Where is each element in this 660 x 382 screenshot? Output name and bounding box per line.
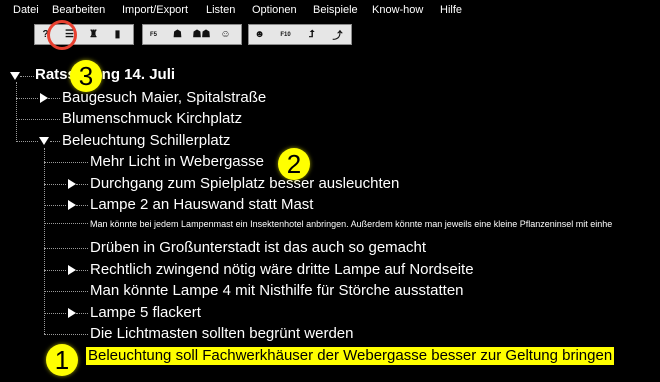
menu-bearbeiten[interactable]: Bearbeiten [52, 3, 105, 17]
tree-connector [44, 184, 66, 185]
tree-branch-icon[interactable]: ⤴ [329, 26, 346, 43]
tree-item[interactable]: Lampe 5 flackert [90, 304, 201, 322]
tree-connector [76, 205, 88, 206]
chart-icon[interactable]: ▮ [109, 26, 126, 43]
toolbar: ? ☰ ♜ ▮ F5 ☗ ☗☗ ☺ ☻ F10 ⮥ ⤴ [0, 20, 660, 48]
face-icon[interactable]: ☺ [217, 26, 234, 43]
tree-connector [76, 270, 88, 271]
collapse-icon[interactable] [10, 72, 20, 80]
highlight-ring [47, 20, 77, 50]
tree-connector [16, 119, 60, 120]
menu-beispiele[interactable]: Beispiele [313, 3, 358, 17]
tree-item[interactable]: Durchgang zum Spielplatz besser ausleuch… [90, 175, 399, 193]
person-icon[interactable]: ☗ [169, 26, 186, 43]
expand-icon[interactable] [40, 93, 48, 103]
menu-import-export[interactable]: Import/Export [122, 3, 188, 17]
toolbar-group-2: F5 ☗ ☗☗ ☺ [142, 24, 242, 45]
tree-connector [44, 248, 88, 249]
tree-connector [44, 270, 66, 271]
tree-connector [44, 162, 88, 163]
tree-item[interactable]: Lampe 2 an Hauswand statt Mast [90, 196, 313, 214]
callout-one: 1 [46, 344, 78, 376]
menu-bar: Datei Bearbeiten Import/Export Listen Op… [0, 0, 660, 20]
tree-item[interactable]: Beleuchtung Schillerplatz [62, 132, 230, 150]
tree-connector [20, 76, 34, 77]
tree-connector [16, 141, 38, 142]
toolbar-group-3: ☻ F10 ⮥ ⤴ [248, 24, 352, 45]
tree-item[interactable]: Mehr Licht in Webergasse [90, 153, 264, 171]
tree-item-selected[interactable]: Beleuchtung soll Fachwerkhäuser der Webe… [86, 347, 615, 365]
menu-optionen[interactable]: Optionen [252, 3, 297, 17]
collapse-icon[interactable] [39, 137, 49, 145]
tree-connector [44, 223, 88, 224]
up-arrow-icon[interactable]: ⮥ [303, 26, 320, 43]
tree-connector [48, 98, 60, 99]
tree-connector [76, 313, 88, 314]
portrait-icon[interactable]: ☻ [251, 26, 268, 43]
tree-item[interactable]: Drüben in Großunterstadt ist das auch so… [90, 239, 426, 257]
tree-connector [50, 141, 60, 142]
expand-icon[interactable] [68, 308, 76, 318]
tree-connector [44, 313, 66, 314]
outline-tree: Ratssitzung 14. Juli Baugesuch Maier, Sp… [0, 48, 660, 382]
tree-connector [16, 98, 38, 99]
tree-connector [44, 205, 66, 206]
tree-icon[interactable]: ♜ [85, 26, 102, 43]
tree-connector [44, 148, 45, 334]
tree-connector [16, 82, 17, 142]
menu-know-how[interactable]: Know-how [372, 3, 423, 17]
persons-icon[interactable]: ☗☗ [193, 26, 211, 43]
expand-icon[interactable] [68, 200, 76, 210]
tree-item-note[interactable]: Man könnte bei jedem Lampenmast ein Inse… [90, 218, 660, 230]
expand-icon[interactable] [68, 265, 76, 275]
tree-item[interactable]: Blumenschmuck Kirchplatz [62, 110, 242, 128]
tree-item[interactable]: Man könnte Lampe 4 mit Nisthilfe für Stö… [90, 282, 464, 300]
menu-listen[interactable]: Listen [206, 3, 235, 17]
menu-datei[interactable]: Datei [13, 3, 39, 17]
callout-two: 2 [278, 148, 310, 180]
f5-icon[interactable]: F5 [150, 32, 157, 38]
tree-connector [44, 291, 88, 292]
f10-icon[interactable]: F10 [280, 32, 290, 38]
tree-item[interactable]: Baugesuch Maier, Spitalstraße [62, 89, 266, 107]
tree-item[interactable]: Rechtlich zwingend nötig wäre dritte Lam… [90, 261, 474, 279]
menu-hilfe[interactable]: Hilfe [440, 3, 462, 17]
callout-three: 3 [70, 60, 102, 92]
tree-root[interactable]: Ratssitzung 14. Juli [35, 66, 175, 84]
expand-icon[interactable] [68, 179, 76, 189]
tree-connector [44, 334, 88, 335]
tree-connector [76, 184, 88, 185]
tree-item[interactable]: Die Lichtmasten sollten begrünt werden [90, 325, 353, 343]
